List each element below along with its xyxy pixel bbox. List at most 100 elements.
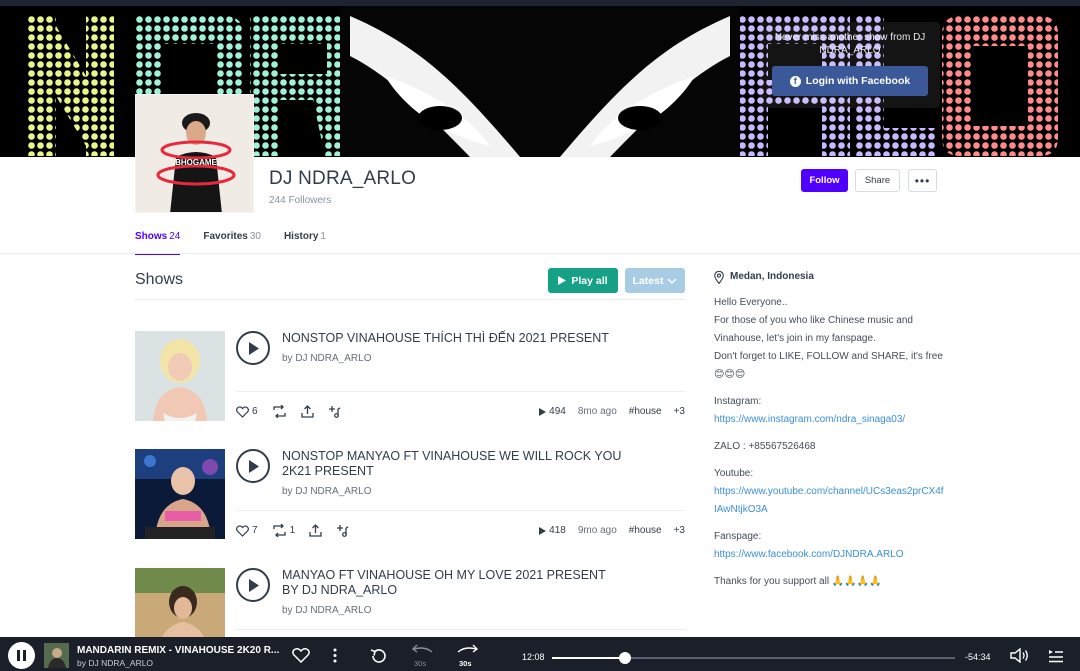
upload-share-icon	[309, 524, 322, 537]
more-options-button[interactable]: •••	[908, 169, 937, 192]
login-note: Never miss another show from DJ NDRA_ARL…	[774, 32, 926, 56]
add-to-playlist-button[interactable]	[336, 524, 349, 537]
progress-fill	[552, 657, 625, 659]
show-meta: 418 9mo ago #house +3	[539, 525, 685, 536]
tab-favorites[interactable]: Favorites 30	[203, 231, 261, 255]
like-button[interactable]: 7	[236, 524, 258, 537]
youtube-link[interactable]: https://www.youtube.com/channel/UCs3eas2…	[714, 486, 944, 515]
bio-line: Don't forget to LIKE, FOLLOW and SHARE, …	[714, 351, 943, 380]
play-icon	[558, 276, 567, 285]
bio-line: For those of you who like Chinese music …	[714, 315, 913, 344]
show-play-button[interactable]	[236, 449, 270, 483]
play-all-label: Play all	[571, 274, 608, 287]
share-button[interactable]: Share	[855, 169, 900, 192]
add-playlist-icon	[328, 406, 340, 418]
play-count: 494	[539, 406, 566, 417]
volume-icon[interactable]	[1010, 648, 1029, 663]
now-playing-image	[44, 643, 69, 668]
like-button[interactable]: 6	[236, 405, 258, 418]
zalo-contact: ZALO : +85567526468	[714, 441, 816, 452]
heart-icon[interactable]	[292, 648, 310, 663]
show-artwork	[135, 331, 225, 421]
show-title[interactable]: MANYAO FT VINAHOUSE OH MY LOVE 2021 PRES…	[282, 568, 622, 598]
tab-shows-count: 24	[169, 231, 181, 242]
share-show-button[interactable]	[300, 405, 314, 418]
show-tag[interactable]: #house	[629, 406, 662, 417]
avatar-image: BHOGAME	[136, 95, 253, 212]
now-playing-artwork[interactable]	[44, 643, 69, 668]
play-icon	[248, 459, 259, 473]
heart-icon	[236, 524, 249, 537]
now-playing-author[interactable]: by DJ NDRA_ARLO	[77, 658, 153, 668]
login-prompt: Never miss another show from DJ NDRA_ARL…	[760, 22, 940, 108]
add-to-playlist-button[interactable]	[328, 405, 341, 418]
shows-heading: Shows	[135, 271, 184, 288]
show-author[interactable]: by DJ NDRA_ARLO	[282, 605, 371, 616]
show-title[interactable]: NONSTOP MANYAO FT VINAHOUSE WE WILL ROCK…	[282, 449, 622, 479]
share-show-button[interactable]	[309, 524, 322, 537]
show-thumbnail[interactable]	[135, 568, 225, 637]
tab-history-count: 1	[320, 231, 326, 242]
show-more-tags[interactable]: +3	[674, 525, 685, 536]
repost-icon	[272, 405, 286, 418]
like-count: 7	[252, 525, 258, 536]
show-divider	[236, 629, 685, 630]
audio-player: MANDARIN REMIX - VINAHOUSE 2K20 R... by …	[0, 637, 1080, 671]
play-all-button[interactable]: Play all	[548, 268, 618, 293]
tabs-divider	[0, 253, 1080, 254]
show-actions: 6	[236, 405, 341, 418]
followers-count[interactable]: 244 Followers	[269, 195, 331, 206]
follow-button[interactable]: Follow	[801, 169, 848, 192]
tab-favorites-label: Favorites	[203, 231, 248, 242]
show-item: NONSTOP VINAHOUSE THÍCH THÌ ĐẾN 2021 PRE…	[135, 331, 685, 441]
show-thumbnail[interactable]	[135, 449, 225, 539]
play-icon	[248, 341, 259, 355]
play-count-value: 418	[549, 525, 566, 536]
show-more-tags[interactable]: +3	[674, 406, 685, 417]
pause-button[interactable]	[8, 642, 35, 669]
repost-icon	[272, 524, 286, 537]
tab-shows-label: Shows	[135, 231, 168, 242]
restart-icon[interactable]	[370, 648, 387, 664]
tab-shows[interactable]: Shows 24	[135, 231, 181, 255]
show-divider	[236, 391, 685, 392]
facebook-icon: f	[789, 75, 801, 87]
show-author[interactable]: by DJ NDRA_ARLO	[282, 486, 371, 497]
now-playing-title[interactable]: MANDARIN REMIX - VINAHOUSE 2K20 R...	[77, 645, 279, 656]
location: Medan, Indonesia	[714, 268, 944, 286]
play-icon	[248, 578, 259, 592]
forward-30-icon[interactable]	[457, 644, 479, 656]
more-vertical-icon[interactable]	[333, 648, 337, 663]
location-text: Medan, Indonesia	[730, 271, 814, 282]
shows-divider	[135, 299, 685, 300]
profile-tabs: Shows 24 Favorites 30 History 1	[135, 231, 326, 255]
show-actions: 7 1	[236, 524, 349, 537]
rewind-30-icon[interactable]	[411, 644, 433, 656]
upload-share-icon	[300, 405, 314, 418]
progress-bar[interactable]	[552, 652, 955, 664]
queue-icon[interactable]	[1048, 649, 1064, 663]
sort-label: Latest	[632, 274, 664, 287]
tab-history[interactable]: History 1	[284, 231, 326, 255]
show-thumbnail[interactable]	[135, 331, 225, 421]
progress-handle[interactable]	[618, 652, 631, 664]
show-age: 8mo ago	[577, 406, 617, 417]
avatar: BHOGAME	[135, 94, 254, 213]
show-play-button[interactable]	[236, 331, 270, 365]
add-playlist-icon	[337, 525, 349, 537]
instagram-label: Instagram:	[714, 396, 762, 407]
instagram-link[interactable]: https://www.instagram.com/ndra_sinaga03/	[714, 414, 905, 425]
show-tag[interactable]: #house	[629, 525, 662, 536]
sort-dropdown[interactable]: Latest	[625, 268, 685, 293]
login-facebook-button[interactable]: f Login with Facebook	[772, 66, 928, 96]
show-title[interactable]: NONSTOP VINAHOUSE THÍCH THÌ ĐẾN 2021 PRE…	[282, 331, 622, 346]
repost-button[interactable]	[272, 405, 287, 418]
bio-line: Hello Everyone..	[714, 297, 788, 308]
show-play-button[interactable]	[236, 568, 270, 602]
tab-favorites-count: 30	[249, 231, 261, 242]
show-author[interactable]: by DJ NDRA_ARLO	[282, 353, 371, 364]
repost-button[interactable]: 1	[272, 524, 295, 537]
pause-icon	[17, 650, 26, 661]
fanspage-link[interactable]: https://www.facebook.com/DJNDRA.ARLO	[714, 549, 904, 560]
plays-icon	[539, 407, 547, 416]
